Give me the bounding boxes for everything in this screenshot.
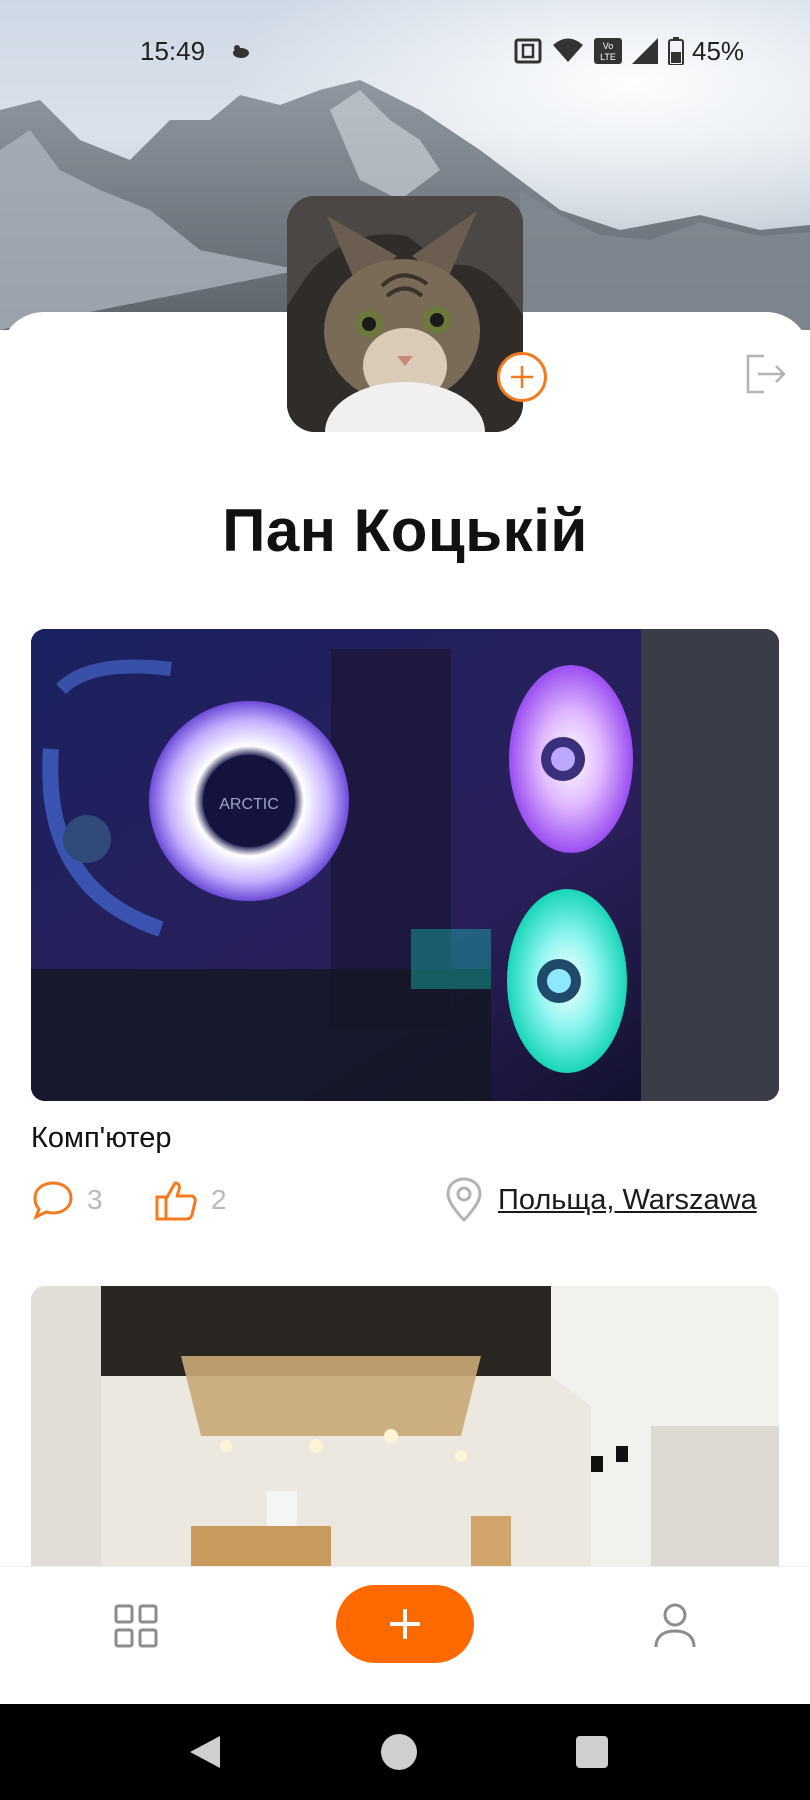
status-bar: 15:49 Vo LTE 45%: [0, 30, 810, 72]
avatar[interactable]: [287, 196, 523, 432]
location-link[interactable]: Польща, Warszawa: [498, 1184, 757, 1217]
volte-icon: Vo LTE: [594, 38, 622, 64]
comment-icon: [33, 1181, 73, 1221]
battery-icon: [668, 37, 684, 65]
battery-percent: 45%: [692, 36, 745, 66]
add-post-button[interactable]: [336, 1585, 474, 1663]
nfc-icon: [514, 38, 542, 64]
svg-text:ARCTIC: ARCTIC: [219, 796, 279, 813]
home-icon[interactable]: [381, 1734, 417, 1770]
profile-icon[interactable]: [652, 1601, 698, 1651]
profile-name: Пан Коцькій: [222, 497, 588, 564]
grid-icon[interactable]: [113, 1603, 159, 1649]
room-renovation-photo: [31, 1286, 779, 1566]
svg-text:Vo: Vo: [603, 41, 614, 51]
notification-icon: [233, 45, 249, 58]
change-avatar-button[interactable]: [497, 352, 547, 402]
like-button[interactable]: 2: [153, 1175, 227, 1225]
wifi-icon: [553, 38, 583, 62]
status-time: 15:49: [140, 36, 206, 66]
location-pin-icon: [446, 1177, 482, 1223]
back-icon[interactable]: [188, 1734, 222, 1770]
comments-button[interactable]: 3: [31, 1175, 103, 1225]
likes-count: 2: [211, 1184, 227, 1215]
add-icon: [390, 1609, 420, 1639]
system-nav-bar: [0, 1704, 810, 1800]
post-image[interactable]: [31, 1286, 779, 1566]
svg-text:LTE: LTE: [600, 52, 616, 62]
cat-avatar-image: [287, 196, 523, 432]
pc-rgb-photo: ARCTIC: [31, 629, 779, 1101]
thumbs-up-icon: [155, 1181, 197, 1221]
plus-circle-icon: [511, 366, 533, 388]
status-icons: Vo LTE: [514, 36, 684, 66]
comments-count: 3: [87, 1184, 103, 1215]
post-title[interactable]: Комп'ютер: [31, 1122, 172, 1155]
logout-icon[interactable]: [744, 352, 788, 396]
post-image[interactable]: ARCTIC: [31, 629, 779, 1101]
location[interactable]: Польща, Warszawa: [444, 1175, 757, 1225]
post-meta: 3 2 Польща, Warszawa: [31, 1175, 779, 1225]
bottom-nav: [0, 1566, 810, 1704]
signal-icon: [632, 38, 658, 64]
recents-icon[interactable]: [576, 1736, 608, 1768]
